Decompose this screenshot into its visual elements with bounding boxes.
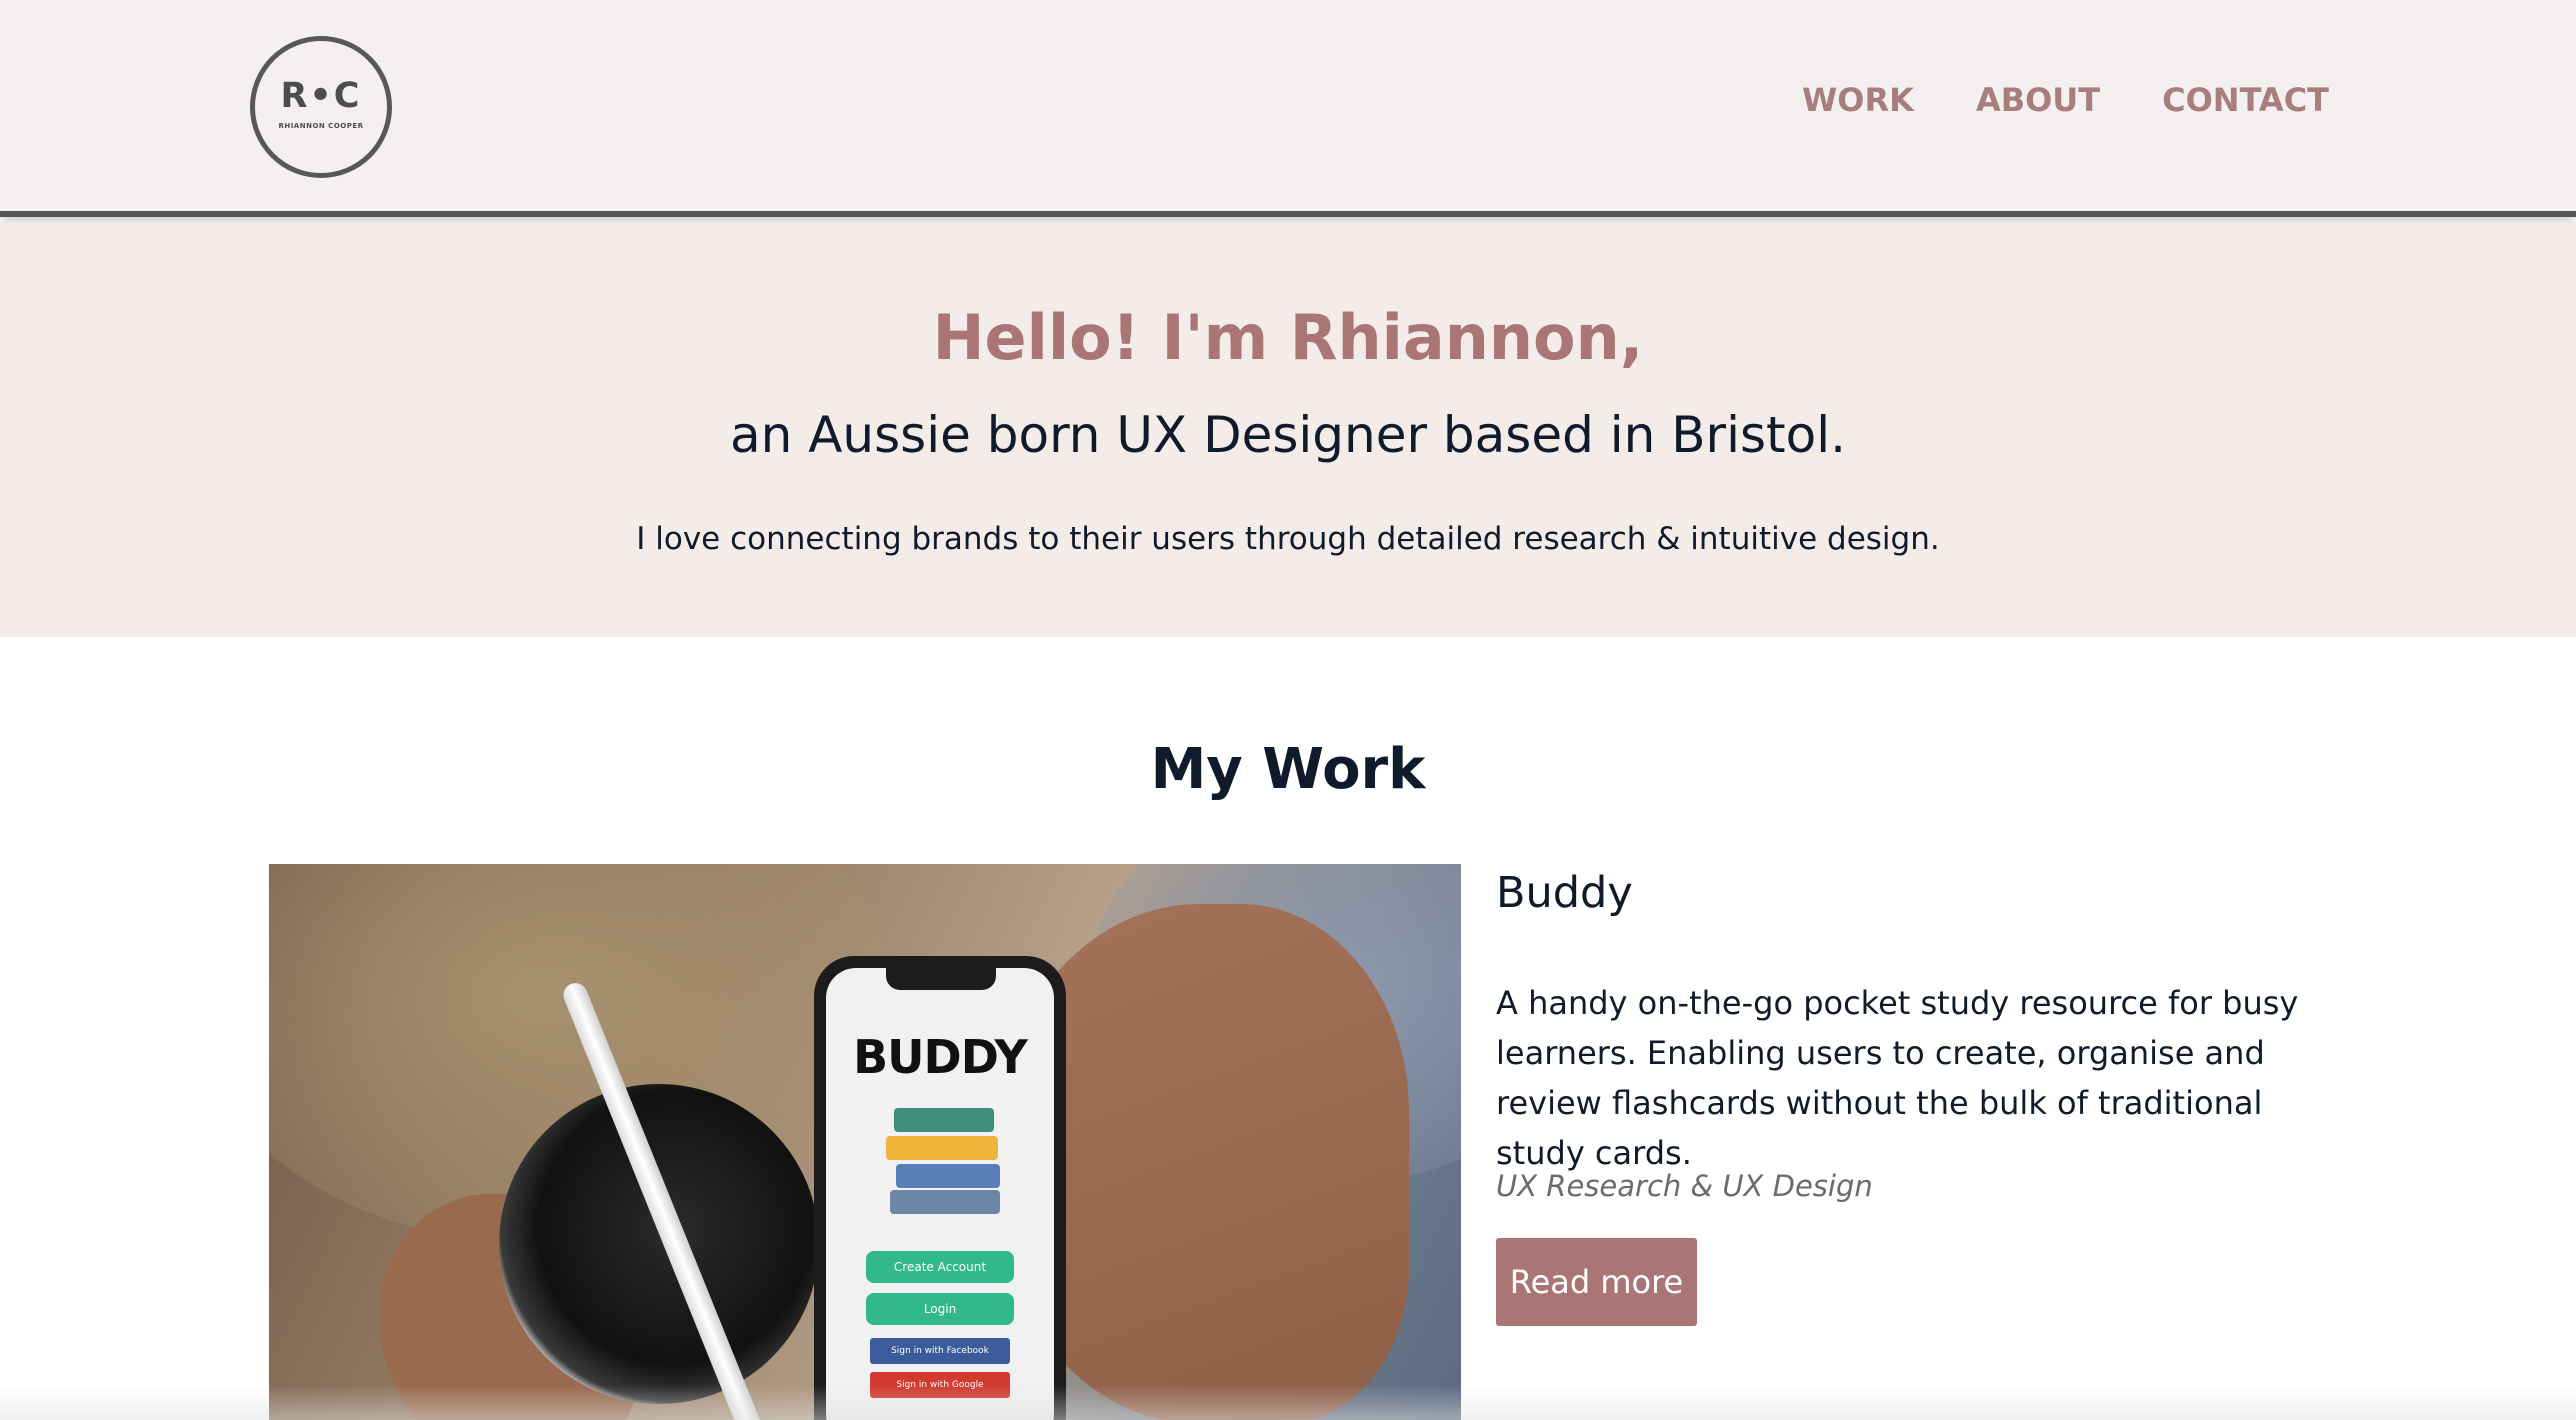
- book-shape: [886, 1136, 998, 1160]
- book-shape: [894, 1108, 994, 1132]
- book-shape: [896, 1164, 1000, 1188]
- project-description: A handy on-the-go pocket study resource …: [1496, 984, 2299, 1172]
- read-more-button[interactable]: Read more: [1496, 1238, 1697, 1326]
- phone-create-account-button: Create Account: [866, 1251, 1014, 1283]
- phone-login-button: Login: [866, 1293, 1014, 1325]
- logo-initials: R•C: [280, 76, 362, 116]
- phone-screen: BUDDY Create Account Login Sign in with …: [826, 968, 1054, 1420]
- phone-mockup: BUDDY Create Account Login Sign in with …: [814, 956, 1066, 1420]
- hero-title: Hello! I'm Rhiannon,: [932, 301, 1644, 374]
- nav-link-contact[interactable]: CONTACT: [2162, 80, 2329, 120]
- project-image-buddy[interactable]: BUDDY Create Account Login Sign in with …: [269, 864, 1461, 1420]
- logo[interactable]: R•C RHIANNON COOPER: [250, 36, 392, 178]
- phone-facebook-button: Sign in with Facebook: [870, 1338, 1010, 1364]
- my-work-heading: My Work: [1150, 737, 1426, 802]
- hero-intro: I love connecting brands to their users …: [636, 521, 1940, 557]
- phone-notch: [886, 968, 996, 990]
- nav-link-about[interactable]: ABOUT: [1976, 80, 2100, 120]
- books-icon: [886, 1108, 1006, 1218]
- hero-subtitle: an Aussie born UX Designer based in Bris…: [729, 406, 1846, 464]
- hero-section: Hello! I'm Rhiannon, an Aussie born UX D…: [0, 223, 2576, 637]
- nav-link-work[interactable]: WORK: [1802, 80, 1914, 120]
- logo-name: RHIANNON COOPER: [278, 122, 364, 130]
- coffee-cup-shape: [499, 1084, 819, 1404]
- bottom-fade: [0, 1385, 2576, 1420]
- site-header: R•C RHIANNON COOPER WORK ABOUT CONTACT: [0, 0, 2576, 217]
- project-title: Buddy: [1496, 868, 1633, 918]
- book-shape: [890, 1190, 1000, 1214]
- phone-app-title: BUDDY: [853, 1030, 1028, 1084]
- main-nav: WORK ABOUT CONTACT: [1802, 80, 2329, 120]
- project-tags: UX Research & UX Design: [1496, 1169, 1873, 1203]
